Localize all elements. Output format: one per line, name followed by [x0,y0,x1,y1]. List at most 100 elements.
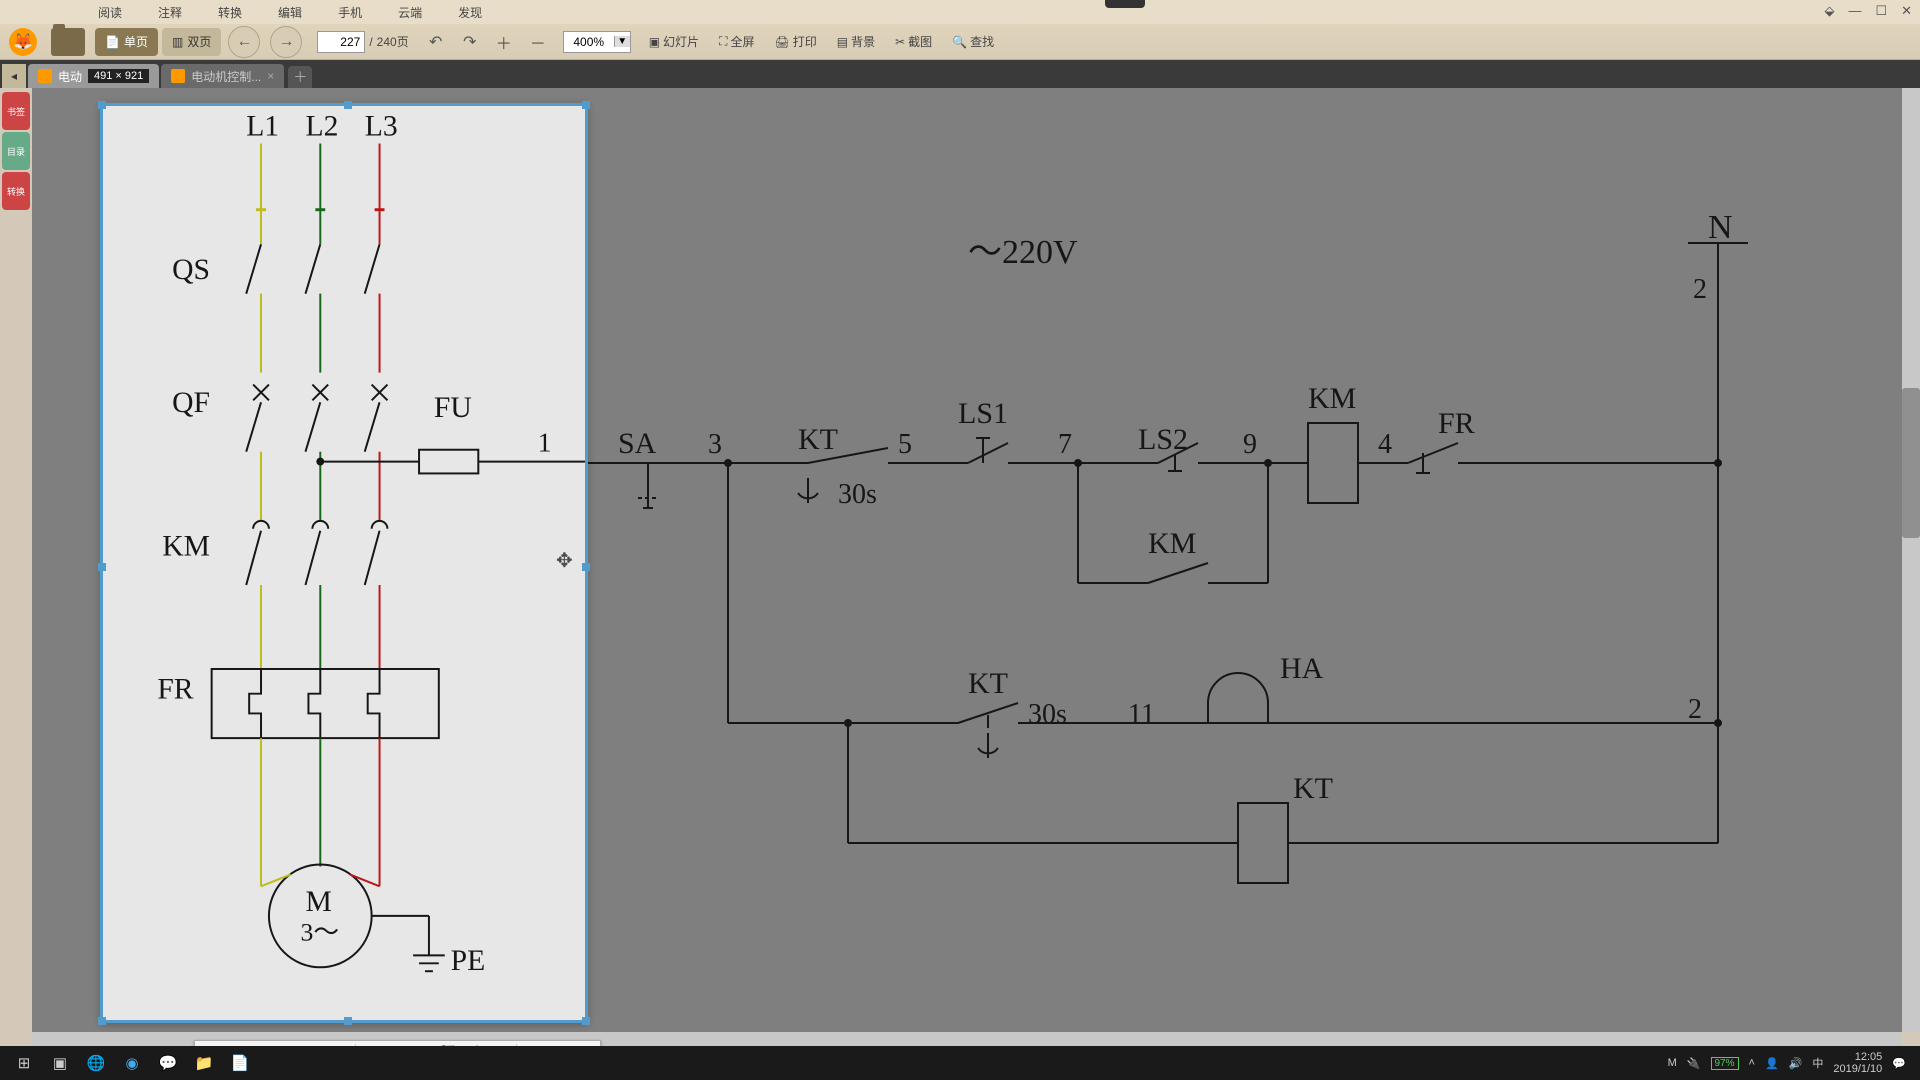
zoom-in-icon[interactable]: ＋ [493,31,515,53]
side-outline[interactable]: 目录 [2,132,30,170]
volume-icon[interactable]: 🔊 [1789,1057,1803,1070]
svg-text:9: 9 [1243,429,1257,460]
date: 2019/1/10 [1833,1063,1882,1075]
svg-text:KM: KM [1148,527,1196,560]
tab-bar: ◂ 电动 491 × 921 电动机控制... × ＋ [0,60,1920,88]
tab-add-button[interactable]: ＋ [288,66,312,88]
svg-text:PE: PE [451,945,486,977]
svg-text:5: 5 [898,429,912,460]
tray-plug-icon[interactable]: 🔌 [1687,1057,1701,1070]
resize-handle[interactable] [344,1017,352,1025]
menu-convert[interactable]: 转换 [200,4,260,21]
move-cursor-icon: ✥ [556,548,573,573]
screenshot-button[interactable]: ✂ 截图 [895,33,932,50]
app-2-icon[interactable]: ◉ [114,1049,150,1077]
tray-up-icon[interactable]: ˄ [1749,1057,1755,1069]
ime-indicator[interactable]: 中 [1812,1055,1823,1071]
svg-text:2: 2 [1693,274,1707,305]
page-total: 240页 [377,33,409,50]
svg-text:L1: L1 [246,111,279,143]
top-pill [1105,0,1145,8]
page-indicator: / 240页 [317,31,408,53]
menu-bar: 阅读 注释 转换 编辑 手机 云端 发现 [0,0,1920,24]
search-button[interactable]: 🔍 查找 [952,33,994,50]
maximize-icon[interactable]: ☐ [1875,3,1887,19]
notification-icon[interactable]: 💬 [1892,1057,1906,1070]
svg-text:L2: L2 [305,111,338,143]
battery-indicator[interactable]: 97% [1711,1057,1739,1070]
menu-read[interactable]: 阅读 [80,4,140,21]
menu-mobile[interactable]: 手机 [320,4,380,21]
task-view-icon[interactable]: ▣ [42,1049,78,1077]
undo-icon[interactable]: ↶ [425,31,447,53]
close-icon[interactable]: ✕ [1901,3,1912,19]
pin-icon[interactable]: ⬙ [1824,3,1834,19]
svg-text:30s: 30s [838,479,877,510]
svg-text:FR: FR [1438,407,1475,440]
vertical-scrollbar[interactable] [1902,88,1920,1032]
page-input[interactable] [317,31,365,53]
app-4-icon[interactable]: 📁 [186,1049,222,1077]
background-button[interactable]: ▤ 背景 [837,33,875,50]
window-controls: ⬙ — ☐ ✕ [1824,3,1912,19]
svg-text:N: N [1708,209,1733,246]
menu-cloud[interactable]: 云端 [380,4,440,21]
start-button[interactable]: ⊞ [6,1049,42,1077]
svg-text:SA: SA [618,427,657,460]
svg-text:30s: 30s [1028,699,1067,730]
svg-text:3～: 3～ [301,918,339,947]
prev-page-button[interactable]: ← [228,26,260,58]
svg-text:QS: QS [172,254,210,286]
zoom-out-icon[interactable]: － [527,31,549,53]
tab-close-icon[interactable]: × [267,69,274,83]
document-viewport[interactable]: L1 L2 L3 QS QF [32,88,1920,1032]
svg-text:QF: QF [172,387,210,419]
slideshow-button[interactable]: ▣ 幻灯片 [649,33,699,50]
tab-back-icon[interactable]: ◂ [2,64,26,88]
svg-text:KT: KT [1293,772,1333,805]
app-1-icon[interactable]: 🌐 [78,1049,114,1077]
svg-text:KT: KT [968,667,1008,700]
svg-text:HA: HA [1280,652,1324,685]
svg-text:1: 1 [538,427,552,458]
side-convert[interactable]: 转换 [2,172,30,210]
dual-page-button[interactable]: ▥ 双页 [162,28,221,56]
side-bookmark[interactable]: 书签 [2,92,30,130]
redo-icon[interactable]: ↷ [459,31,481,53]
single-page-button[interactable]: 📄 单页 [95,28,158,56]
svg-text:KT: KT [798,423,838,456]
app-3-icon[interactable]: 💬 [150,1049,186,1077]
menu-annot[interactable]: 注释 [140,4,200,21]
tab-2-label: 电动机控制... [191,68,261,85]
tab-1[interactable]: 电动 491 × 921 [28,64,159,88]
menu-discover[interactable]: 发现 [440,4,500,21]
svg-text:11: 11 [1128,699,1155,730]
fullscreen-button[interactable]: ⛶ 全屏 [719,33,754,50]
tray-person-icon[interactable]: 👤 [1765,1057,1779,1070]
app-logo[interactable]: 🦊 [5,24,41,60]
scrollbar-thumb[interactable] [1902,388,1920,538]
clock[interactable]: 12:05 2019/1/10 [1833,1051,1882,1075]
next-page-button[interactable]: → [270,26,302,58]
svg-text:LS1: LS1 [958,397,1008,430]
selected-region[interactable]: L1 L2 L3 QS QF [100,103,588,1023]
print-button[interactable]: 🖨 打印 [774,33,816,50]
svg-text:3: 3 [708,429,722,460]
size-badge: 491 × 921 [88,69,149,83]
open-folder-icon[interactable] [51,28,85,56]
resize-handle[interactable] [98,1017,106,1025]
chevron-down-icon[interactable]: ▼ [614,36,630,47]
svg-text:FU: FU [434,392,472,424]
svg-text:4: 4 [1378,429,1392,460]
svg-text:KM: KM [1308,382,1356,415]
side-panel: 书签 目录 转换 [0,88,32,210]
minimize-icon[interactable]: — [1848,3,1861,19]
menu-edit[interactable]: 编辑 [260,4,320,21]
circuit-diagram-power: L1 L2 L3 QS QF [103,106,585,1015]
svg-text:KM: KM [162,530,210,562]
tab-2[interactable]: 电动机控制... × [161,64,284,88]
svg-text:2: 2 [1688,694,1702,725]
zoom-select[interactable]: 400% ▼ [563,31,631,53]
app-5-icon[interactable]: 📄 [222,1049,258,1077]
tray-m-icon[interactable]: M [1668,1057,1677,1069]
